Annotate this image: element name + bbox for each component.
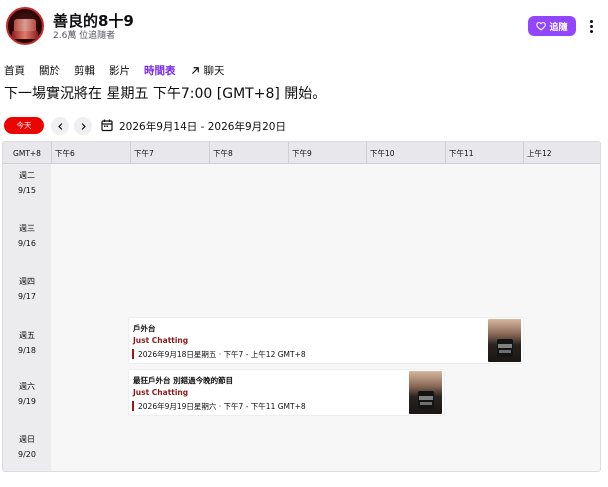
arrow-up-right-icon bbox=[191, 67, 199, 74]
follow-button-label: 追隨 bbox=[549, 22, 568, 33]
tab-label: 影片 bbox=[109, 65, 130, 77]
day-label-sun: 週日 9/20 bbox=[3, 432, 51, 462]
event-category[interactable]: Just Chatting bbox=[133, 336, 188, 345]
dot-icon bbox=[589, 24, 593, 28]
timezone-label: GMT+8 bbox=[13, 148, 41, 158]
tab-about[interactable]: 關於 bbox=[39, 63, 60, 78]
tab-label: 聊天 bbox=[203, 65, 225, 77]
hour-divider bbox=[366, 142, 367, 164]
hour-label: 上午12 bbox=[527, 149, 552, 158]
date-range-label[interactable]: 2026年9月14日 - 2026年9月20日 bbox=[119, 119, 286, 134]
weekday: 週日 bbox=[19, 435, 35, 444]
event-time: 2026年9月18日星期五 · 下午7 - 上午12 GMT+8 bbox=[138, 350, 306, 359]
weekday: 週二 bbox=[19, 171, 35, 180]
weekday: 週三 bbox=[19, 224, 35, 233]
box-art-text bbox=[499, 350, 511, 353]
tab-home[interactable]: 首頁 bbox=[4, 63, 25, 78]
tab-chat[interactable]: 聊天 bbox=[190, 63, 225, 78]
date: 9/18 bbox=[18, 346, 36, 355]
hour-divider bbox=[209, 142, 210, 164]
box-art-text bbox=[420, 402, 432, 405]
tab-videos[interactable]: 影片 bbox=[109, 63, 130, 78]
avatar-logo-accent bbox=[12, 31, 38, 39]
hour-label: 下午7 bbox=[134, 149, 154, 158]
hour-label: 下午11 bbox=[449, 149, 474, 158]
weekday: 週五 bbox=[19, 331, 35, 340]
calendar-header: GMT+8 下午6 下午7 下午8 下午9 下午10 下午11 上午12 bbox=[3, 142, 600, 164]
date: 9/17 bbox=[18, 292, 36, 301]
hour-divider bbox=[288, 142, 289, 164]
category-color-bar bbox=[132, 401, 134, 411]
weekday: 週四 bbox=[19, 277, 35, 286]
date: 9/16 bbox=[18, 239, 36, 248]
hour-label: 下午6 bbox=[55, 149, 75, 158]
schedule-event[interactable]: 戶外台 Just Chatting 2026年9月18日星期五 · 下午7 - … bbox=[129, 318, 523, 363]
event-title: 最狂戶外台 別錯過今晚的節目 bbox=[133, 376, 234, 385]
schedule-calendar: GMT+8 下午6 下午7 下午8 下午9 下午10 下午11 上午12 週二 … bbox=[2, 141, 601, 472]
schedule-event[interactable]: 最狂戶外台 別錯過今晚的節目 Just Chatting 2026年9月19日星… bbox=[129, 370, 444, 415]
hour-divider bbox=[523, 142, 524, 164]
box-art-text bbox=[498, 344, 512, 348]
date: 9/20 bbox=[18, 450, 36, 459]
event-title: 戶外台 bbox=[133, 324, 156, 333]
tab-clips[interactable]: 剪輯 bbox=[74, 63, 95, 78]
event-category[interactable]: Just Chatting bbox=[133, 388, 188, 397]
next-week-button[interactable] bbox=[74, 117, 92, 135]
hour-label: 下午10 bbox=[370, 149, 395, 158]
day-label-tue: 週二 9/15 bbox=[3, 168, 51, 198]
calendar-icon[interactable] bbox=[101, 119, 113, 132]
dot-icon bbox=[589, 29, 593, 33]
box-art-cup bbox=[418, 391, 434, 409]
box-art-cup bbox=[497, 339, 513, 357]
day-label-wed: 週三 9/16 bbox=[3, 221, 51, 251]
hour-divider bbox=[51, 142, 52, 164]
tab-label: 時間表 bbox=[144, 65, 176, 77]
next-stream-notice: 下一場實況將在 星期五 下午7:00 [GMT+8] 開始。 bbox=[4, 86, 327, 102]
tab-label: 關於 bbox=[39, 65, 60, 77]
channel-tabs: 首頁 關於 剪輯 影片 時間表 聊天 bbox=[4, 63, 239, 78]
hour-label: 下午8 bbox=[213, 149, 233, 158]
day-label-thu: 週四 9/17 bbox=[3, 274, 51, 304]
follower-count: 2.6萬 位追隨者 bbox=[53, 31, 116, 41]
channel-avatar[interactable] bbox=[6, 7, 44, 45]
hour-divider bbox=[130, 142, 131, 164]
day-label-fri: 週五 9/18 bbox=[3, 328, 51, 358]
tab-label: 首頁 bbox=[4, 65, 25, 77]
dot-icon bbox=[589, 19, 593, 23]
hour-label: 下午9 bbox=[292, 149, 312, 158]
previous-week-button[interactable] bbox=[51, 117, 69, 135]
heart-icon bbox=[536, 21, 547, 31]
box-art-text bbox=[419, 396, 433, 400]
date: 9/19 bbox=[18, 397, 36, 406]
weekday: 週六 bbox=[19, 382, 35, 391]
category-color-bar bbox=[132, 349, 134, 359]
day-column: 週二 9/15 週三 9/16 週四 9/17 週五 9/18 週六 9/19 … bbox=[3, 164, 51, 471]
today-button[interactable]: 今天 bbox=[4, 117, 44, 134]
tab-label: 剪輯 bbox=[74, 65, 95, 77]
category-box-art bbox=[409, 371, 442, 414]
more-options-button[interactable] bbox=[584, 16, 598, 36]
date: 9/15 bbox=[18, 186, 36, 195]
tab-schedule[interactable]: 時間表 bbox=[144, 63, 176, 78]
chevron-left-icon bbox=[57, 122, 62, 130]
hour-divider bbox=[445, 142, 446, 164]
follow-button[interactable]: 追隨 bbox=[528, 16, 576, 36]
day-label-sat: 週六 9/19 bbox=[3, 379, 51, 409]
chevron-right-icon bbox=[81, 122, 86, 130]
event-time: 2026年9月19日星期六 · 下午7 - 下午11 GMT+8 bbox=[138, 402, 306, 411]
category-box-art bbox=[488, 319, 521, 362]
